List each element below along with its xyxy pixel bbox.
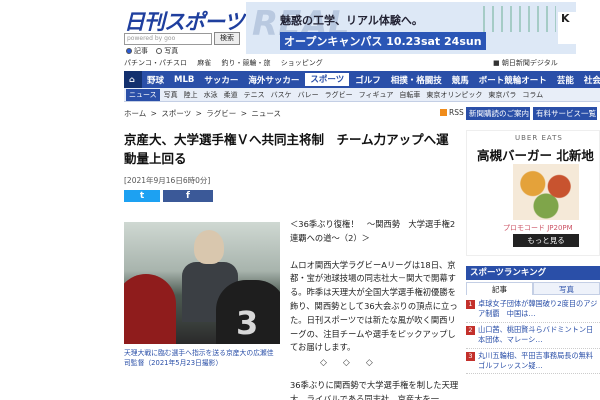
breadcrumb-separator: > (150, 109, 157, 118)
article-body: ＜36季ぶり復権！ ～関西勢 大学選手権2連覇への道～（2）＞ ムロオ関西大学ラ… (290, 218, 460, 368)
ranking-list: 1 卓球女子団体が韓国破り2度目のアジア制覇 中国は… 2 山口茜、桃田賢斗らバ… (466, 297, 600, 375)
sports-subnav-item[interactable]: ラグビー (325, 90, 353, 100)
nav-item-golf[interactable]: ゴルフ (350, 74, 386, 86)
nav-item-boat[interactable]: ボート競輪オート (474, 74, 552, 86)
ranking-tabs: 記事 写真 (466, 282, 600, 295)
sidebar-ad[interactable]: UBER EATS 高槻バーガー 北新地 プロモコード JP20PM もっと見る (466, 130, 600, 256)
nav-item-sumo[interactable]: 相撲・格闘技 (386, 74, 447, 86)
ad-more-button[interactable]: もっと見る (513, 234, 579, 247)
paid-services-link[interactable]: 有料サービス一覧 ▶ (533, 107, 597, 120)
header-banner-ad[interactable]: REAL 魅惑の工学、リアル体験へ。 オープンキャンパス 10.23sat 24… (246, 2, 576, 54)
photo-caption[interactable]: 天理大戦に臨む選手へ指示を送る京産大の広瀬佳司監督（2021年5月23日撮影） (124, 348, 280, 368)
banner-logo: K (558, 12, 576, 44)
article-title: 京産大、大学選手権Ｖへ共同主将制 チーム力アップへ運動量上回る (124, 132, 449, 166)
sports-subnav-item[interactable]: 東京オリンピック (426, 90, 482, 100)
ad-food-image (513, 164, 579, 220)
breadcrumb-home[interactable]: ホーム (124, 109, 146, 118)
breadcrumb-news: ニュース (251, 109, 281, 118)
twitter-icon: t (139, 191, 145, 201)
facebook-share-button[interactable]: f (163, 190, 213, 202)
ranking-number: 1 (466, 300, 475, 309)
sports-subnav-item[interactable]: 自転車 (399, 90, 420, 100)
sports-subnav-item[interactable]: 水泳 (204, 90, 218, 100)
main-nav: ⌂ ホーム 野球 MLB サッカー 海外サッカー スポーツ ゴルフ 相撲・格闘技… (124, 71, 600, 135)
rss-icon (440, 109, 447, 116)
sports-subnav: ニュース 写真 陸上 水泳 柔道 テニス バスケ バレー ラグビー フィギュア … (124, 88, 600, 102)
sports-subnav-item[interactable]: 陸上 (184, 90, 198, 100)
ranking-item[interactable]: 2 山口茜、桃田賢斗らバドミントン日本団体、マレーシ… (466, 323, 600, 349)
nav-item-world-soccer[interactable]: 海外サッカー (243, 74, 304, 86)
rss-label: RSS (449, 108, 464, 117)
rss-link[interactable]: RSS (440, 108, 464, 117)
search-option-article-label: 記事 (134, 47, 148, 55)
page: 日刊スポーツ powered by goo 検索 記事 写真 REAL 魅惑の工… (0, 0, 600, 400)
jersey-number: 3 (236, 304, 259, 342)
asahi-link[interactable]: ■ 朝日新聞デジタル (493, 58, 558, 68)
ad-promo-code: プロモコード JP20PM (503, 224, 573, 232)
sports-subnav-item[interactable]: コラム (522, 90, 543, 100)
ranking-item-text: 山口茜、桃田賢斗らバドミントン日本団体、マレーシ… (478, 324, 594, 345)
nav-item-society[interactable]: 社会 (579, 74, 600, 86)
banner-line1: 魅惑の工学、リアル体験へ。 (280, 14, 423, 27)
nav-item-keiba[interactable]: 競馬 (447, 74, 474, 86)
sports-subnav-news[interactable]: ニュース (126, 88, 160, 101)
search-option-article[interactable]: 記事 (126, 47, 148, 55)
sports-subnav-item[interactable]: フィギュア (359, 90, 394, 100)
ranking-tab-photos[interactable]: 写真 (533, 282, 600, 295)
utility-nav-item[interactable]: 釣り・競輪・旅 (221, 59, 270, 67)
nav-item-baseball[interactable]: 野球 (142, 74, 169, 86)
nav-home[interactable]: ⌂ ホーム (124, 71, 142, 135)
sports-subnav-item[interactable]: バスケ (271, 90, 292, 100)
banner-graphic (476, 6, 556, 32)
ranking-item[interactable]: 3 丸川五輪相、平田吉事務局長の無料ゴルフレッスン疑… (466, 349, 600, 375)
twitter-share-button[interactable]: t (124, 190, 160, 202)
ad-title: 高槻バーガー 北新地 (477, 148, 594, 163)
nav-item-sports[interactable]: スポーツ (304, 72, 351, 87)
search-option-photo[interactable]: 写真 (156, 47, 178, 55)
sports-subnav-item[interactable]: 写真 (164, 90, 178, 100)
ranking-item-text: 丸川五輪相、平田吉事務局長の無料ゴルフレッスン疑… (478, 350, 594, 371)
utility-nav-item[interactable]: パチンコ・パチスロ (124, 59, 187, 67)
site-header: 日刊スポーツ powered by goo 検索 記事 写真 REAL 魅惑の工… (0, 0, 600, 58)
search-option-photo-label: 写真 (164, 47, 179, 55)
ranking-tab-articles[interactable]: 記事 (466, 282, 533, 295)
sports-subnav-item[interactable]: テニス (244, 90, 265, 100)
ranking-item-text: 卓球女子団体が韓国破り2度目のアジア制覇 中国は… (478, 299, 598, 319)
radio-icon (156, 48, 163, 54)
search-button[interactable]: 検索 (214, 32, 240, 45)
radio-icon (126, 48, 132, 54)
utility-nav-item[interactable]: 麻雀 (197, 59, 211, 67)
article-photo[interactable]: 3 (124, 222, 280, 344)
nav-item-entertainment[interactable]: 芸能 (552, 74, 579, 86)
breadcrumb-rugby[interactable]: ラグビー (206, 109, 236, 118)
article-paragraph: ムロオ関西大学ラグビーAリーグは18日、京都・宝が池球技場の同志社大－関大で開幕… (290, 259, 458, 353)
sports-subnav-item[interactable]: 柔道 (224, 90, 238, 100)
breadcrumb-sports[interactable]: スポーツ (161, 109, 191, 118)
breadcrumb-separator: > (195, 109, 202, 118)
ranking-number: 2 (466, 325, 475, 335)
breadcrumb-separator: > (240, 109, 247, 118)
asahi-link-label: 朝日新聞デジタル (501, 59, 558, 67)
sidebar-links: 新聞購読のご案内 ▶ 有料サービス一覧 ▶ (466, 107, 600, 120)
breadcrumb: ホーム > スポーツ > ラグビー > ニュース (124, 108, 283, 119)
subscription-link[interactable]: 新聞購読のご案内 ▶ (466, 107, 530, 120)
ad-brand: UBER EATS (515, 134, 563, 142)
banner-line2: オープンキャンパス 10.23sat 24sun (280, 32, 486, 50)
ranking-title: スポーツランキング (466, 266, 600, 280)
facebook-icon: f (186, 191, 190, 201)
ranking-item[interactable]: 1 卓球女子団体が韓国破り2度目のアジア制覇 中国は… (466, 297, 600, 323)
search-input[interactable]: powered by goo (124, 33, 212, 45)
article-date: [2021年9月16日6時0分] (124, 176, 211, 185)
nav-item-soccer[interactable]: サッカー (199, 74, 243, 86)
ranking-number: 3 (466, 351, 475, 361)
utility-nav-item[interactable]: ショッピング (281, 59, 323, 67)
article-paragraph: 36季ぶりに関西勢で大学選手権を制した天理大。ライバルである同志社、京産大を一 (290, 380, 459, 400)
search-options: 記事 写真 (126, 46, 184, 56)
nav-item-mlb[interactable]: MLB (169, 75, 199, 85)
article-paragraph: ＜36季ぶり復権！ ～関西勢 大学選手権2連覇への道～（2）＞ (290, 219, 456, 243)
sports-subnav-item[interactable]: バレー (298, 90, 319, 100)
sports-subnav-item[interactable]: 東京パラ (488, 90, 516, 100)
section-divider: ◇◇◇ (320, 358, 389, 368)
